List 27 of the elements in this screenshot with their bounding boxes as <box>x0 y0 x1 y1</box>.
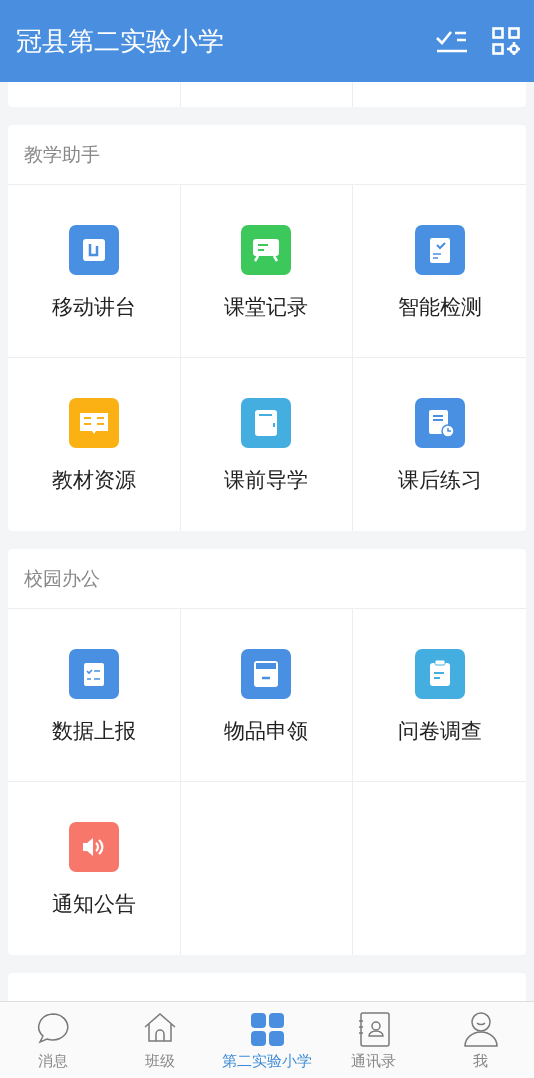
app-label[interactable]: 移动讲台 <box>51 293 136 321</box>
section-title: 校园办公 <box>24 565 100 591</box>
app-label[interactable]: 课前导学 <box>224 466 309 494</box>
clipboard-check-icon[interactable] <box>414 225 465 275</box>
box-icon[interactable] <box>241 649 292 699</box>
document-clock-icon[interactable] <box>414 398 465 448</box>
app-label[interactable]: 智能检测 <box>397 293 482 321</box>
app-label[interactable]: 教材资源 <box>51 466 136 494</box>
app-label[interactable]: 数据上报 <box>51 717 136 745</box>
app-label[interactable]: 物品申领 <box>224 717 309 745</box>
app-label[interactable]: 问卷调查 <box>397 717 482 745</box>
tab[interactable]: 班级 <box>106 1002 214 1078</box>
clipboard-icon[interactable] <box>414 649 465 699</box>
tab[interactable]: 消息 <box>0 1002 107 1078</box>
checklist-icon[interactable] <box>68 649 119 699</box>
tab[interactable]: 我 <box>427 1002 534 1078</box>
app-label[interactable]: 课堂记录 <box>224 293 309 321</box>
tab[interactable]: 通讯录 <box>320 1002 428 1078</box>
speaker-icon[interactable] <box>68 822 119 872</box>
app-label[interactable]: 通知公告 <box>51 890 136 918</box>
tab[interactable]: 第二实验小学 <box>213 1002 321 1078</box>
header-title: 冠县第二实验小学 <box>16 24 225 58</box>
person-icon <box>461 1009 500 1048</box>
app-label[interactable]: 课后练习 <box>397 466 482 494</box>
settings-grid-icon[interactable] <box>492 27 520 55</box>
chat-icon[interactable] <box>241 225 292 275</box>
section-title: 教学助手 <box>24 141 100 167</box>
